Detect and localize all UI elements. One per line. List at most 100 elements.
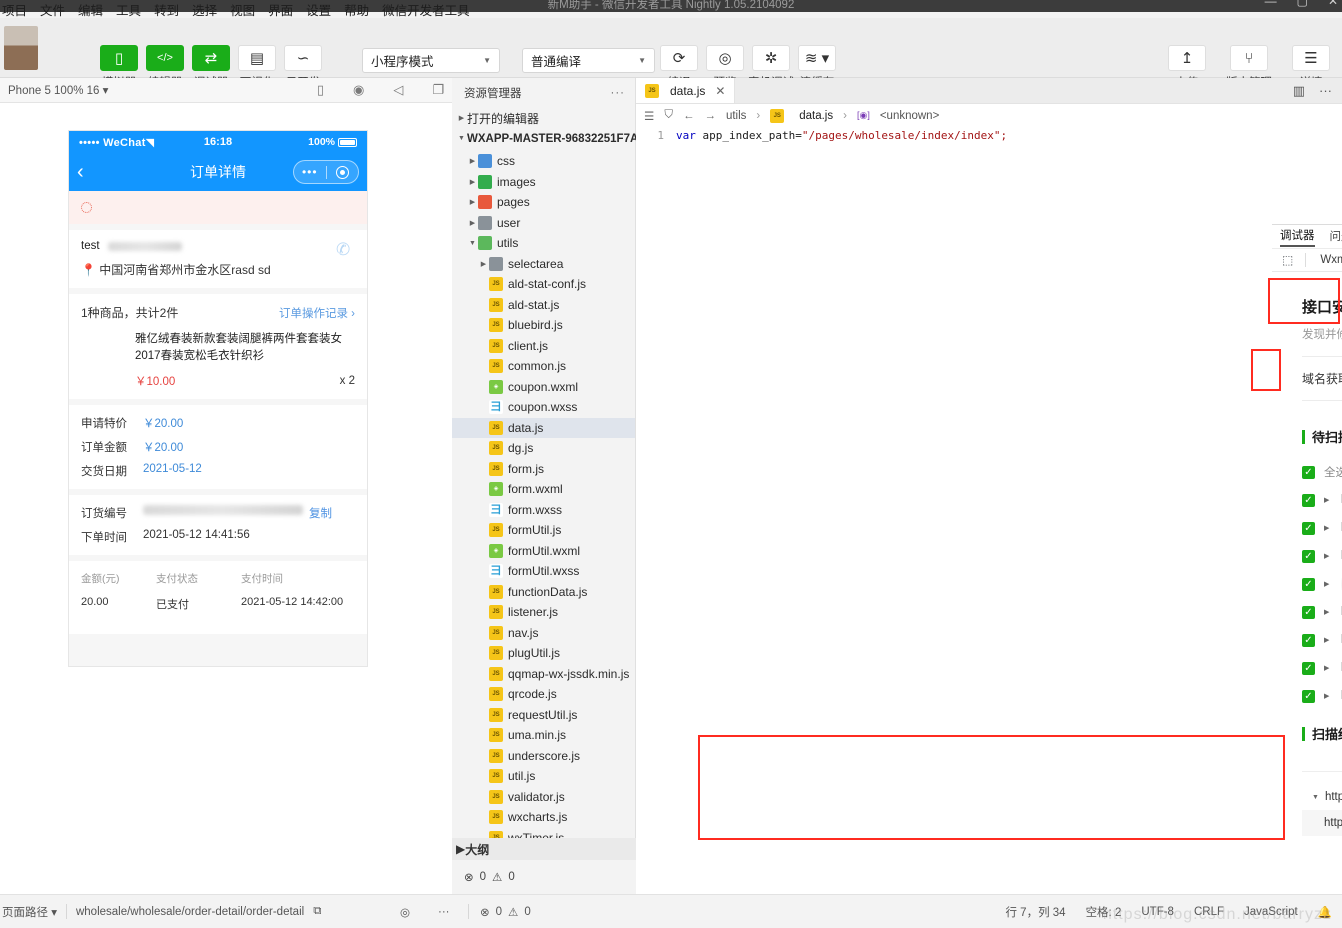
copy-icon[interactable]: ⧉ bbox=[313, 905, 321, 918]
explorer-item-common.js[interactable]: JS common.js bbox=[452, 356, 635, 377]
explorer-item-ald-stat-conf.js[interactable]: JS ald-stat-conf.js bbox=[452, 274, 635, 295]
volume-icon[interactable]: ◁ bbox=[393, 82, 403, 98]
explorer-item-requestUtil.js[interactable]: JS requestUtil.js bbox=[452, 705, 635, 726]
bookmark-icon[interactable]: ⛉ bbox=[664, 109, 673, 122]
code-line-1[interactable]: 1 var app_index_path = "/pages/wholesale/i… bbox=[636, 127, 1342, 143]
editor-tab-data-js[interactable]: JS data.js ✕ bbox=[636, 78, 736, 103]
domain-row[interactable]: ✓▶hApi/version1getGoodsInfo.htm bbox=[1302, 682, 1342, 710]
explorer-more-icon[interactable]: ··· bbox=[611, 87, 626, 99]
explorer-item-validator.js[interactable]: JS validator.js bbox=[452, 787, 635, 808]
devtools-top-tab-调试器[interactable]: 调试器 bbox=[1280, 227, 1315, 247]
menu-item-3[interactable]: 工具 bbox=[116, 0, 141, 19]
explorer-section-project[interactable]: ▼ WXAPP-MASTER-96832251F7A... bbox=[452, 129, 648, 150]
chevron-right-icon[interactable]: ▶ bbox=[1324, 496, 1332, 504]
scan-result-item[interactable]: ▼http:/inde... bbox=[1302, 784, 1342, 810]
inspect-icon[interactable]: ⬚ bbox=[1278, 253, 1301, 267]
explorer-item-selectarea[interactable]: ▶ selectarea bbox=[452, 254, 635, 275]
breadcrumb-file[interactable]: data.js bbox=[799, 110, 833, 122]
split-editor-icon[interactable]: ▥ bbox=[1293, 83, 1305, 99]
explorer-item-user[interactable]: ▶ user bbox=[452, 213, 635, 234]
menu-item-10[interactable]: 微信开发者工具 bbox=[382, 0, 470, 19]
eye-icon[interactable]: ◎ bbox=[400, 905, 410, 919]
select-all-checkbox[interactable]: ✓ bbox=[1302, 465, 1315, 479]
nav-back-icon[interactable]: ← bbox=[683, 110, 695, 122]
windows-icon[interactable]: ❐ bbox=[432, 82, 444, 98]
chevron-right-icon[interactable]: ▶ bbox=[1324, 552, 1332, 560]
copy-button[interactable]: 复制 bbox=[309, 505, 332, 521]
explorer-item-util.js[interactable]: JS util.js bbox=[452, 766, 635, 787]
menu-item-8[interactable]: 设置 bbox=[306, 0, 331, 19]
domain-row[interactable]: ✓▶hApi/editUserInfo.html bbox=[1302, 654, 1342, 682]
explorer-item-dg.js[interactable]: JS dg.js bbox=[452, 438, 635, 459]
menu-item-2[interactable]: 编辑 bbox=[78, 0, 103, 19]
nav-forward-icon[interactable]: → bbox=[704, 110, 716, 122]
domain-checkbox[interactable]: ✓ bbox=[1302, 633, 1315, 647]
bell-icon[interactable]: 🔔 bbox=[1318, 905, 1332, 919]
explorer-item-formUtil.js[interactable]: JS formUtil.js bbox=[452, 520, 635, 541]
chevron-right-icon[interactable]: ▶ bbox=[1324, 636, 1332, 644]
chevron-down-icon[interactable]: ▼ bbox=[1312, 794, 1319, 801]
chevron-right-icon[interactable]: ▶ bbox=[1324, 692, 1332, 700]
explorer-item-client.js[interactable]: JS client.js bbox=[452, 336, 635, 357]
explorer-item-form.wxss[interactable]: 彐 form.wxss bbox=[452, 500, 635, 521]
indent-setting[interactable]: 空格: 2 bbox=[1086, 904, 1122, 920]
domain-checkbox[interactable]: ✓ bbox=[1302, 549, 1315, 563]
menu-item-7[interactable]: 界面 bbox=[268, 0, 293, 19]
explorer-item-underscore.js[interactable]: JS underscore.js bbox=[452, 746, 635, 767]
capsule-close-icon[interactable] bbox=[327, 165, 359, 179]
explorer-item-css[interactable]: ▶ css bbox=[452, 151, 635, 172]
menu-item-6[interactable]: 视图 bbox=[230, 0, 255, 19]
outline-section[interactable]: ▶ 大纲 bbox=[452, 838, 636, 860]
domain-row[interactable]: ✓▶h/Api/updateCart bbox=[1302, 598, 1342, 626]
menu-item-5[interactable]: 选择 bbox=[192, 0, 217, 19]
chevron-right-icon[interactable]: ▶ bbox=[1324, 524, 1332, 532]
domain-row[interactable]: ✓▶hanWholesale/OrderApi/getUserMoney.htm bbox=[1302, 514, 1342, 542]
domain-row[interactable]: ✓▶hholesale/Api/version1getCart.htm bbox=[1302, 626, 1342, 654]
menu-item-4[interactable]: 转到 bbox=[154, 0, 179, 19]
domain-row[interactable]: ✓▶esale/orderApi/postOrder.htm bbox=[1302, 570, 1342, 598]
explorer-item-data.js[interactable]: JS data.js bbox=[452, 417, 635, 438]
wechat-capsule[interactable]: ••• bbox=[293, 160, 359, 184]
outline-list-icon[interactable]: ☰ bbox=[644, 109, 654, 123]
explorer-item-functionData.js[interactable]: JS functionData.js bbox=[452, 582, 635, 603]
explorer-item-coupon.wxml[interactable]: ◈ coupon.wxml bbox=[452, 377, 635, 398]
mode-select[interactable]: 小程序模式 ▼ bbox=[362, 48, 500, 73]
explorer-item-form.js[interactable]: JS form.js bbox=[452, 459, 635, 480]
explorer-item-bluebird.js[interactable]: JS bluebird.js bbox=[452, 315, 635, 336]
language-mode[interactable]: JavaScript bbox=[1244, 906, 1298, 918]
explorer-item-formUtil.wxss[interactable]: 彐 formUtil.wxss bbox=[452, 561, 635, 582]
chevron-right-icon[interactable]: ▶ bbox=[1324, 664, 1332, 672]
domain-checkbox[interactable]: ✓ bbox=[1302, 577, 1315, 591]
domain-row[interactable]: ✓▶hholesale/OrderApi/OrderInfo.htm bbox=[1302, 542, 1342, 570]
menu-item-9[interactable]: 帮助 bbox=[344, 0, 369, 19]
domain-checkbox[interactable]: ✓ bbox=[1302, 521, 1315, 535]
close-icon[interactable]: ✕ bbox=[715, 84, 725, 98]
explorer-item-utils[interactable]: ▼ utils bbox=[452, 233, 635, 254]
address-card[interactable]: test 📍 中国河南省郑州市金水区rasd sd ✆ bbox=[69, 230, 367, 288]
chevron-right-icon[interactable]: ▶ bbox=[1324, 580, 1332, 588]
more-icon[interactable]: ··· bbox=[438, 906, 450, 918]
compile-select[interactable]: 普通编译 ▼ bbox=[522, 48, 655, 73]
explorer-section-open-editors[interactable]: ▶ 打开的编辑器 bbox=[452, 108, 635, 129]
eol-setting[interactable]: CRLF bbox=[1194, 906, 1224, 918]
explorer-item-listener.js[interactable]: JS listener.js bbox=[452, 602, 635, 623]
cursor-position[interactable]: 行 7，列 34 bbox=[1005, 904, 1065, 920]
encoding-setting[interactable]: UTF-8 bbox=[1141, 906, 1174, 918]
domain-checkbox[interactable]: ✓ bbox=[1302, 493, 1315, 507]
domain-checkbox[interactable]: ✓ bbox=[1302, 605, 1315, 619]
menu-item-0[interactable]: 项目 bbox=[2, 0, 27, 19]
record-icon[interactable]: ◉ bbox=[353, 82, 364, 98]
phone-outline-icon[interactable]: ▯ bbox=[317, 82, 324, 98]
explorer-item-wxcharts.js[interactable]: JS wxcharts.js bbox=[452, 807, 635, 828]
capsule-menu-icon[interactable]: ••• bbox=[294, 165, 326, 179]
phone-call-icon[interactable]: ✆ bbox=[336, 240, 355, 259]
scan-result-item[interactable]: http:/index... bbox=[1302, 810, 1342, 836]
device-select[interactable]: Phone 5 100% 16 ▾ bbox=[8, 83, 108, 97]
domain-checkbox[interactable]: ✓ bbox=[1302, 689, 1315, 703]
devtools-tab-wxml[interactable]: Wxml bbox=[1310, 249, 1342, 272]
select-all-row[interactable]: ✓ 全选 bbox=[1302, 458, 1342, 486]
breadcrumb-symbol[interactable]: <unknown> bbox=[880, 110, 939, 122]
order-log-link[interactable]: 订单操作记录 › bbox=[279, 305, 355, 321]
explorer-item-ald-stat.js[interactable]: JS ald-stat.js bbox=[452, 295, 635, 316]
chevron-right-icon[interactable]: ▶ bbox=[1324, 608, 1332, 616]
